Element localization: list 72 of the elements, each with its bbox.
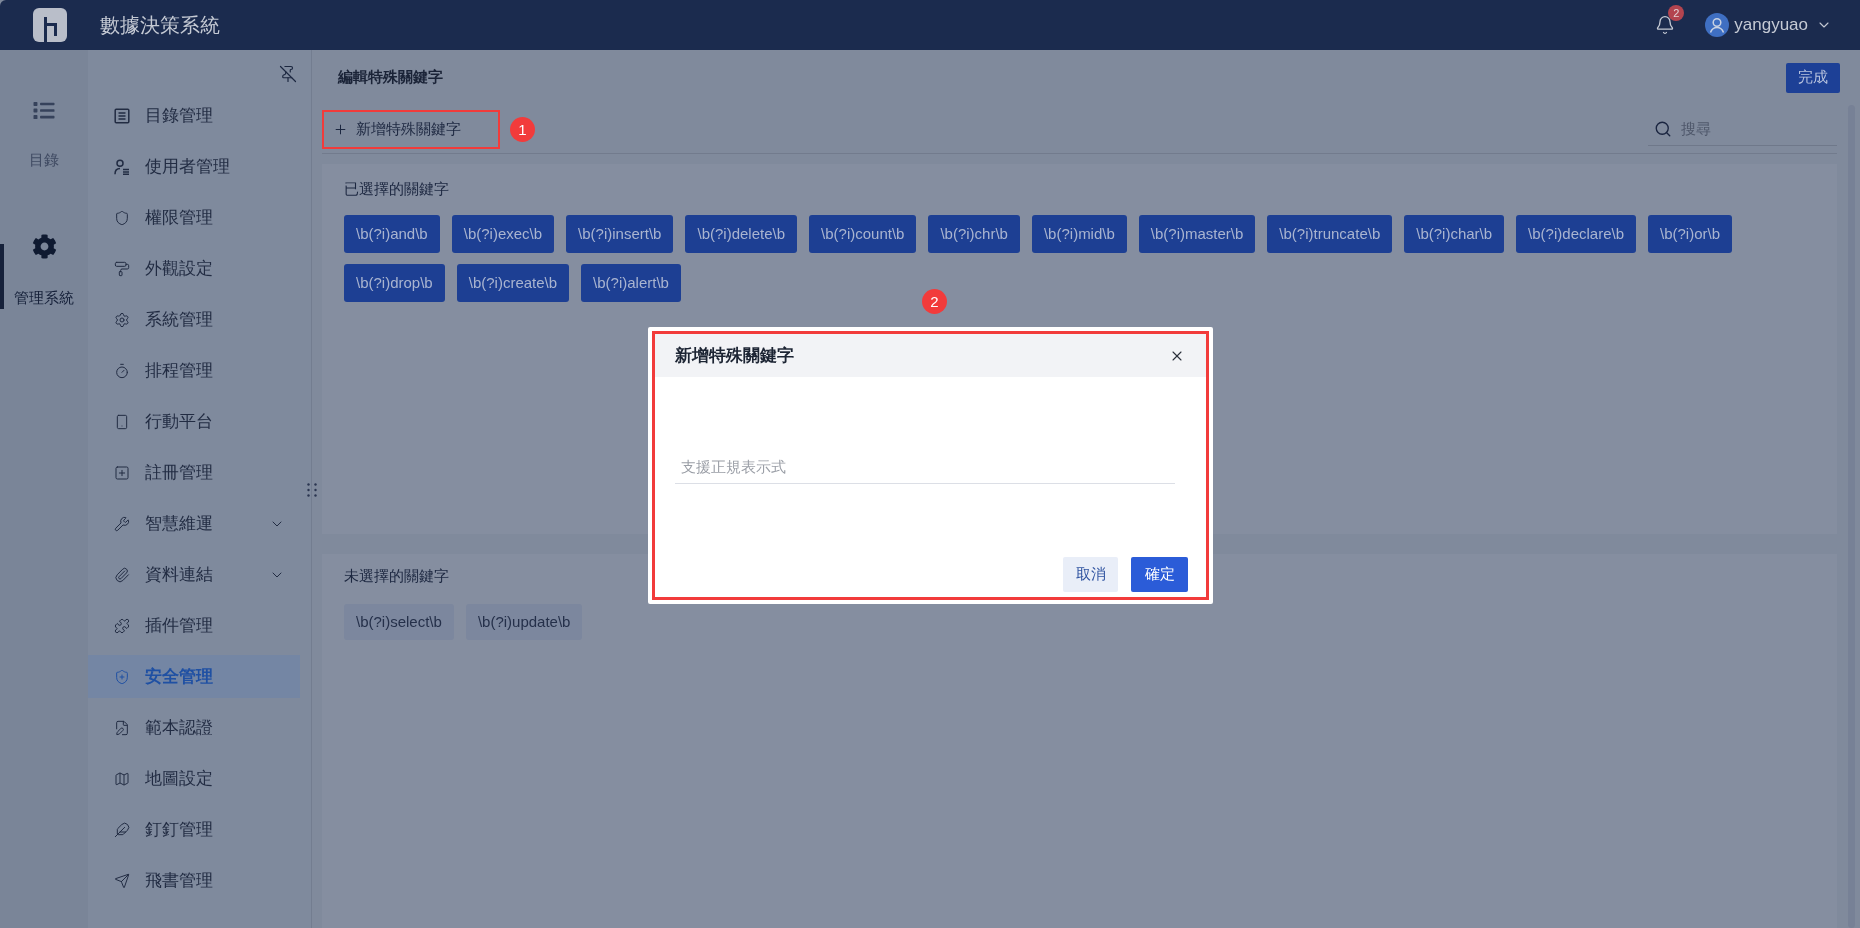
sidebar-item[interactable]: 外觀設定 bbox=[88, 247, 300, 290]
keyword-tag[interactable]: \b(?i)count\b bbox=[809, 215, 917, 253]
feather-icon bbox=[114, 821, 130, 838]
keyword-tag[interactable]: \b(?i)delete\b bbox=[685, 215, 798, 253]
rail-item[interactable]: 管理系統 bbox=[0, 234, 88, 307]
sidebar-item[interactable]: 飛書管理 bbox=[88, 859, 300, 902]
keyword-tag[interactable]: \b(?i)update\b bbox=[465, 604, 583, 640]
map-icon bbox=[114, 770, 130, 787]
keyword-tag[interactable]: \b(?i)select\b bbox=[344, 604, 454, 640]
keyword-tag[interactable]: \b(?i)or\b bbox=[1648, 215, 1733, 253]
keyword-tag[interactable]: \b(?i)alert\b bbox=[581, 264, 681, 302]
add-keyword-button[interactable]: 新增特殊關鍵字 bbox=[333, 117, 461, 141]
keyword-tag[interactable]: \b(?i)and\b bbox=[344, 215, 440, 253]
confirm-button[interactable]: 確定 bbox=[1131, 557, 1188, 592]
sidebar-item[interactable]: 使用者管理 bbox=[88, 145, 300, 188]
logo-icon bbox=[33, 8, 67, 42]
section-title: 未選擇的關鍵字 bbox=[344, 566, 449, 586]
drag-handle-icon[interactable] bbox=[307, 483, 317, 497]
user-name[interactable]: yangyuao bbox=[1734, 12, 1808, 38]
settings-icon bbox=[31, 234, 57, 259]
keyword-tag[interactable]: \b(?i)insert\b bbox=[566, 215, 674, 253]
sidebar-item[interactable]: 資料連結 bbox=[88, 553, 300, 596]
app-title: 數據決策系統 bbox=[100, 13, 220, 38]
document-pen-icon bbox=[114, 719, 130, 736]
notification-badge: 2 bbox=[1668, 5, 1685, 21]
cancel-button[interactable]: 取消 bbox=[1063, 557, 1118, 592]
keyword-tag[interactable]: \b(?i)declare\b bbox=[1516, 215, 1636, 253]
keyword-tag[interactable]: \b(?i)truncate\b bbox=[1267, 215, 1393, 253]
paint-roller-icon bbox=[114, 260, 130, 277]
phone-icon bbox=[114, 413, 130, 430]
dialog-title: 新增特殊關鍵字 bbox=[675, 344, 794, 367]
settings-icon bbox=[114, 311, 130, 328]
keyword-tag[interactable]: \b(?i)chr\b bbox=[928, 215, 1020, 253]
paperclip-icon bbox=[114, 566, 130, 583]
pin-icon[interactable] bbox=[279, 65, 297, 83]
wrench-icon bbox=[114, 515, 130, 532]
sidebar-item[interactable]: 釘釘管理 bbox=[88, 808, 300, 851]
square-plus-icon bbox=[114, 464, 130, 481]
rail-item[interactable]: 目錄 bbox=[0, 100, 88, 169]
page-title: 編輯特殊關鍵字 bbox=[338, 67, 443, 88]
sidebar-item[interactable]: 權限管理 bbox=[88, 196, 300, 239]
keyword-tag[interactable]: \b(?i)master\b bbox=[1138, 215, 1256, 253]
sidebar-item[interactable]: 註冊管理 bbox=[88, 451, 300, 494]
sidebar-item[interactable]: 範本認證 bbox=[88, 706, 300, 749]
sidebar-item[interactable]: 目錄管理 bbox=[88, 94, 300, 137]
keyword-tag[interactable]: \b(?i)drop\b bbox=[344, 264, 445, 302]
keyword-tag[interactable]: \b(?i)exec\b bbox=[451, 215, 555, 253]
list-icon bbox=[32, 100, 56, 121]
keyword-tag[interactable]: \b(?i)create\b bbox=[456, 264, 570, 302]
keyword-tag[interactable]: \b(?i)char\b bbox=[1404, 215, 1505, 253]
sidebar-item[interactable]: 排程管理 bbox=[88, 349, 300, 392]
search-icon bbox=[1654, 119, 1672, 138]
plus-icon bbox=[333, 121, 348, 137]
sidebar-item[interactable]: 行動平台 bbox=[88, 400, 300, 443]
avatar-icon[interactable] bbox=[1705, 13, 1730, 37]
paper-plane-icon bbox=[114, 872, 130, 889]
puzzle-icon bbox=[114, 617, 130, 634]
section-title: 已選擇的關鍵字 bbox=[344, 179, 449, 199]
bell-icon[interactable] bbox=[1655, 15, 1676, 35]
stopwatch-icon bbox=[114, 362, 130, 379]
done-button[interactable]: 完成 bbox=[1786, 62, 1840, 93]
shield-icon bbox=[114, 209, 130, 226]
sidebar-item[interactable]: 插件管理 bbox=[88, 604, 300, 647]
sidebar-item[interactable]: 智慧維運 bbox=[88, 502, 300, 545]
user-list-icon bbox=[114, 158, 130, 175]
input-field[interactable]: 支援正規表示式 bbox=[675, 450, 1175, 484]
list-document-icon bbox=[114, 107, 130, 124]
sidebar-item[interactable]: 系統管理 bbox=[88, 298, 300, 341]
shield-plus-icon bbox=[114, 668, 130, 685]
sidebar-item[interactable]: 地圖設定 bbox=[88, 757, 300, 800]
callout-number: 1 bbox=[510, 116, 535, 142]
keyword-tag[interactable]: \b(?i)mid\b bbox=[1031, 215, 1127, 253]
